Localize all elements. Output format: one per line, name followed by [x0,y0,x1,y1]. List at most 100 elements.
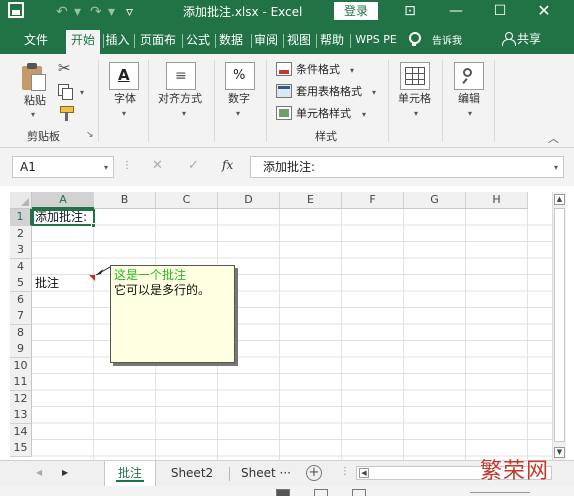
normal-view-icon[interactable] [276,489,290,496]
row-header-2[interactable]: 2 [10,225,32,243]
paste-dropdown-icon[interactable]: ▾ [31,111,35,119]
scroll-up-icon[interactable]: ▲ [554,194,565,205]
page-layout-view-icon[interactable] [314,489,328,496]
number-dropdown-icon[interactable]: ▾ [236,110,240,118]
tab-help[interactable]: 帮助 [318,30,346,54]
more-options-icon[interactable]: ⋮ [122,160,132,172]
fill-handle[interactable] [91,223,96,228]
redo-icon[interactable]: ↷ [90,2,102,22]
format-painter-icon[interactable] [60,106,74,122]
alignment-dropdown-icon[interactable]: ▾ [182,110,186,118]
cells-button[interactable]: 单元格 [398,92,431,106]
cancel-icon[interactable]: ✕ [152,159,163,173]
copy-dropdown-icon[interactable]: ▾ [80,89,84,97]
row-header-11[interactable]: 11 [10,374,32,391]
tab-data[interactable]: 数据 [217,30,245,54]
number-button[interactable]: 数字 [228,92,250,106]
check-icon[interactable]: ✓ [188,159,199,173]
cells-icon-frame[interactable] [400,62,430,90]
customize-quick-access-icon[interactable]: ▿ [126,2,133,22]
tab-file[interactable]: 文件 [14,30,58,54]
column-header-c[interactable]: C [156,192,218,209]
scroll-down-icon[interactable]: ▼ [554,447,565,458]
row-header-14[interactable]: 14 [10,423,32,441]
collapse-ribbon-icon[interactable]: ︿ [548,130,559,146]
editing-icon-frame[interactable] [454,62,484,90]
share-button[interactable]: 共享 [517,31,541,47]
row-header-3[interactable]: 3 [10,242,32,259]
close-icon[interactable]: ✕ [522,0,566,24]
column-header-f[interactable]: F [342,192,404,209]
paste-icon[interactable] [22,62,48,92]
row-header-5[interactable]: 5 [10,275,32,292]
scroll-left-icon[interactable]: ◀ [359,468,369,478]
row-header-1[interactable]: 1 [10,209,32,226]
sheet-tab-sheet2[interactable]: Sheet2 [160,461,224,487]
tell-me-label[interactable]: 告诉我 [432,35,462,49]
paste-button[interactable]: 粘贴 [24,94,46,108]
vertical-scrollbar[interactable]: ▲ ▼ [552,192,566,460]
redo-dropdown-icon[interactable]: ▾ [108,2,115,22]
number-icon-frame[interactable]: % [225,62,255,90]
insert-function-icon[interactable]: fx [222,158,233,172]
row-header-8[interactable]: 8 [10,324,32,342]
scrollbar-thumb[interactable] [554,208,565,442]
select-all-button[interactable] [10,192,32,209]
row-header-12[interactable]: 12 [10,390,32,408]
worksheet-grid[interactable]: ABCDEFGH 1 2 3 4 5 6 7 8 9 10 11 12 13 14 15 添加批注: 批注 … [0,192,574,460]
row-header-4[interactable]: 4 [10,258,32,276]
row-header-15[interactable]: 15 [10,440,32,457]
login-button[interactable]: 登录 [334,2,378,20]
tab-view[interactable]: 视图 [285,30,313,54]
person-icon[interactable] [502,32,516,46]
sheet-tab-sheet[interactable]: Sheet ··· [236,461,296,487]
comment-box[interactable]: 这是一个批注 它可以是多行的。 [110,265,235,363]
font-dropdown-icon[interactable]: ▾ [122,110,126,118]
expand-formula-bar-icon[interactable]: ▾ [554,164,558,172]
cell-a5[interactable]: 批注 [35,276,59,290]
tab-review[interactable]: 审阅 [252,30,280,54]
more-tabs-icon[interactable]: ··· [280,466,291,480]
row-header-10[interactable]: 10 [10,357,32,375]
page-break-view-icon[interactable] [352,489,366,496]
save-icon[interactable] [8,2,24,18]
zoom-slider[interactable] [470,492,530,493]
alignment-icon-frame[interactable]: ≡ [166,62,196,90]
cell-a1[interactable]: 添加批注: [35,210,87,224]
cut-icon[interactable]: ✂ [58,60,71,76]
copy-icon[interactable] [58,84,73,100]
next-sheet-icon[interactable]: ▶ [62,468,68,478]
undo-icon[interactable]: ↶ [56,2,68,22]
chevron-down-icon[interactable]: ▾ [104,164,108,172]
tab-home[interactable]: 开始 [66,30,100,54]
tab-split-handle[interactable]: ⋮ [340,466,350,478]
column-header-g[interactable]: G [404,192,466,209]
column-header-a[interactable]: A [32,192,95,209]
lightbulb-icon[interactable] [408,32,421,47]
undo-dropdown-icon[interactable]: ▾ [74,2,81,22]
row-header-7[interactable]: 7 [10,308,32,325]
font-icon-frame[interactable]: A [109,62,139,90]
name-box[interactable]: A1 ▾ [12,156,114,178]
column-header-b[interactable]: B [94,192,156,209]
ribbon-display-options-icon[interactable]: ⊡ [388,0,432,24]
editing-button[interactable]: 编辑 [458,92,480,106]
previous-sheet-icon[interactable]: ◀ [36,468,42,478]
add-sheet-icon[interactable]: + [306,465,322,481]
sheet-tab-comments[interactable]: 批注 [104,461,156,487]
tab-formulas[interactable]: 公式 [184,30,212,54]
column-header-d[interactable]: D [218,192,280,209]
alignment-button[interactable]: 对齐方式 [158,92,202,106]
formula-input[interactable]: 添加批注: ▾ [250,156,564,178]
minimize-icon[interactable]: — [434,0,478,24]
row-header-9[interactable]: 9 [10,341,32,358]
row-header-6[interactable]: 6 [10,291,32,309]
clipboard-launcher-icon[interactable]: ↘ [86,129,94,141]
column-header-e[interactable]: E [280,192,342,209]
tab-wps-pdf[interactable]: WPS PE [353,30,399,54]
cells-dropdown-icon[interactable]: ▾ [414,110,418,118]
font-button[interactable]: 字体 [114,92,136,106]
column-header-h[interactable]: H [466,192,528,209]
tab-page-layout[interactable]: 页面布 [136,30,180,54]
maximize-icon[interactable]: ☐ [478,0,522,24]
